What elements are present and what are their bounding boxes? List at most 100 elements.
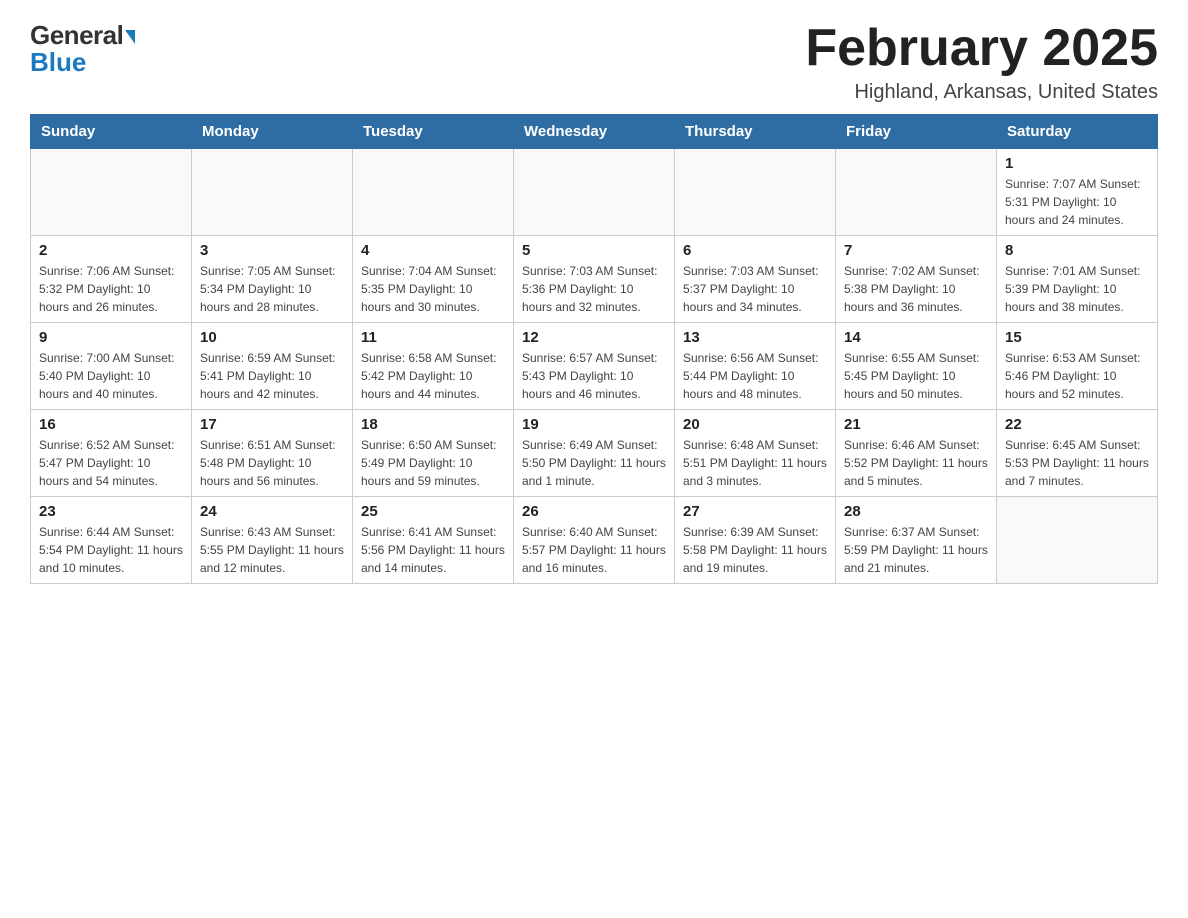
calendar-cell: 20 Sunrise: 6:48 AM Sunset: 5:51 PM Dayli… — [675, 410, 836, 497]
calendar-cell: 10 Sunrise: 6:59 AM Sunset: 5:41 PM Dayli… — [192, 323, 353, 410]
day-number: 12 — [522, 329, 666, 346]
logo-arrow-icon — [125, 30, 135, 44]
day-number: 4 — [361, 242, 505, 259]
day-number: 23 — [39, 503, 183, 520]
calendar-cell — [353, 149, 514, 236]
day-number: 24 — [200, 503, 344, 520]
logo: General Blue — [30, 20, 135, 78]
day-number: 14 — [844, 329, 988, 346]
calendar-cell: 8 Sunrise: 7:01 AM Sunset: 5:39 PM Daylig… — [997, 236, 1158, 323]
day-info: Sunrise: 7:03 AM Sunset: 5:36 PM Dayligh… — [522, 262, 666, 316]
calendar-cell: 13 Sunrise: 6:56 AM Sunset: 5:44 PM Dayli… — [675, 323, 836, 410]
day-info: Sunrise: 6:43 AM Sunset: 5:55 PM Dayligh… — [200, 523, 344, 577]
calendar-week-5: 23 Sunrise: 6:44 AM Sunset: 5:54 PM Dayli… — [31, 497, 1158, 584]
day-number: 25 — [361, 503, 505, 520]
day-number: 10 — [200, 329, 344, 346]
day-info: Sunrise: 7:03 AM Sunset: 5:37 PM Dayligh… — [683, 262, 827, 316]
calendar-cell: 3 Sunrise: 7:05 AM Sunset: 5:34 PM Daylig… — [192, 236, 353, 323]
day-info: Sunrise: 6:55 AM Sunset: 5:45 PM Dayligh… — [844, 349, 988, 403]
weekday-header-wednesday: Wednesday — [514, 115, 675, 149]
day-info: Sunrise: 6:51 AM Sunset: 5:48 PM Dayligh… — [200, 436, 344, 490]
day-info: Sunrise: 7:07 AM Sunset: 5:31 PM Dayligh… — [1005, 175, 1149, 229]
day-info: Sunrise: 7:02 AM Sunset: 5:38 PM Dayligh… — [844, 262, 988, 316]
calendar-cell: 25 Sunrise: 6:41 AM Sunset: 5:56 PM Dayli… — [353, 497, 514, 584]
logo-blue: Blue — [30, 47, 86, 78]
calendar-cell: 27 Sunrise: 6:39 AM Sunset: 5:58 PM Dayli… — [675, 497, 836, 584]
calendar-cell: 4 Sunrise: 7:04 AM Sunset: 5:35 PM Daylig… — [353, 236, 514, 323]
day-number: 17 — [200, 416, 344, 433]
location: Highland, Arkansas, United States — [805, 81, 1158, 104]
day-info: Sunrise: 6:37 AM Sunset: 5:59 PM Dayligh… — [844, 523, 988, 577]
calendar-cell: 24 Sunrise: 6:43 AM Sunset: 5:55 PM Dayli… — [192, 497, 353, 584]
day-number: 6 — [683, 242, 827, 259]
calendar-cell — [31, 149, 192, 236]
weekday-header-thursday: Thursday — [675, 115, 836, 149]
day-info: Sunrise: 6:44 AM Sunset: 5:54 PM Dayligh… — [39, 523, 183, 577]
day-number: 27 — [683, 503, 827, 520]
calendar-week-3: 9 Sunrise: 7:00 AM Sunset: 5:40 PM Daylig… — [31, 323, 1158, 410]
day-number: 13 — [683, 329, 827, 346]
calendar-cell: 28 Sunrise: 6:37 AM Sunset: 5:59 PM Dayli… — [836, 497, 997, 584]
calendar-cell — [514, 149, 675, 236]
calendar-week-1: 1Sunrise: 7:07 AM Sunset: 5:31 PM Daylig… — [31, 149, 1158, 236]
day-info: Sunrise: 6:56 AM Sunset: 5:44 PM Dayligh… — [683, 349, 827, 403]
day-number: 22 — [1005, 416, 1149, 433]
day-info: Sunrise: 7:05 AM Sunset: 5:34 PM Dayligh… — [200, 262, 344, 316]
day-number: 16 — [39, 416, 183, 433]
day-info: Sunrise: 7:01 AM Sunset: 5:39 PM Dayligh… — [1005, 262, 1149, 316]
day-number: 11 — [361, 329, 505, 346]
day-info: Sunrise: 6:58 AM Sunset: 5:42 PM Dayligh… — [361, 349, 505, 403]
weekday-header-tuesday: Tuesday — [353, 115, 514, 149]
weekday-header-friday: Friday — [836, 115, 997, 149]
day-number: 8 — [1005, 242, 1149, 259]
day-number: 9 — [39, 329, 183, 346]
day-number: 21 — [844, 416, 988, 433]
day-number: 18 — [361, 416, 505, 433]
day-info: Sunrise: 6:59 AM Sunset: 5:41 PM Dayligh… — [200, 349, 344, 403]
month-title: February 2025 — [805, 20, 1158, 77]
day-info: Sunrise: 6:40 AM Sunset: 5:57 PM Dayligh… — [522, 523, 666, 577]
weekday-header-monday: Monday — [192, 115, 353, 149]
day-info: Sunrise: 6:52 AM Sunset: 5:47 PM Dayligh… — [39, 436, 183, 490]
day-number: 2 — [39, 242, 183, 259]
day-number: 26 — [522, 503, 666, 520]
day-info: Sunrise: 6:53 AM Sunset: 5:46 PM Dayligh… — [1005, 349, 1149, 403]
calendar-cell: 26 Sunrise: 6:40 AM Sunset: 5:57 PM Dayli… — [514, 497, 675, 584]
calendar-cell: 23 Sunrise: 6:44 AM Sunset: 5:54 PM Dayli… — [31, 497, 192, 584]
day-number: 20 — [683, 416, 827, 433]
day-number: 3 — [200, 242, 344, 259]
day-info: Sunrise: 6:41 AM Sunset: 5:56 PM Dayligh… — [361, 523, 505, 577]
calendar-cell — [997, 497, 1158, 584]
day-number: 5 — [522, 242, 666, 259]
day-number: 15 — [1005, 329, 1149, 346]
calendar-cell: 7 Sunrise: 7:02 AM Sunset: 5:38 PM Daylig… — [836, 236, 997, 323]
calendar-cell — [192, 149, 353, 236]
day-info: Sunrise: 6:45 AM Sunset: 5:53 PM Dayligh… — [1005, 436, 1149, 490]
weekday-header-saturday: Saturday — [997, 115, 1158, 149]
day-info: Sunrise: 6:48 AM Sunset: 5:51 PM Dayligh… — [683, 436, 827, 490]
weekday-header-row: SundayMondayTuesdayWednesdayThursdayFrid… — [31, 115, 1158, 149]
calendar-cell: 17 Sunrise: 6:51 AM Sunset: 5:48 PM Dayli… — [192, 410, 353, 497]
calendar-cell: 19Sunrise: 6:49 AM Sunset: 5:50 PM Dayli… — [514, 410, 675, 497]
day-info: Sunrise: 6:57 AM Sunset: 5:43 PM Dayligh… — [522, 349, 666, 403]
calendar-cell: 12 Sunrise: 6:57 AM Sunset: 5:43 PM Dayli… — [514, 323, 675, 410]
day-number: 7 — [844, 242, 988, 259]
day-info: Sunrise: 6:46 AM Sunset: 5:52 PM Dayligh… — [844, 436, 988, 490]
calendar-week-4: 16 Sunrise: 6:52 AM Sunset: 5:47 PM Dayli… — [31, 410, 1158, 497]
calendar-table: SundayMondayTuesdayWednesdayThursdayFrid… — [30, 114, 1158, 584]
day-number: 19 — [522, 416, 666, 433]
calendar-cell: 6 Sunrise: 7:03 AM Sunset: 5:37 PM Daylig… — [675, 236, 836, 323]
day-info: Sunrise: 6:39 AM Sunset: 5:58 PM Dayligh… — [683, 523, 827, 577]
calendar-cell: 22 Sunrise: 6:45 AM Sunset: 5:53 PM Dayli… — [997, 410, 1158, 497]
day-info: Sunrise: 7:00 AM Sunset: 5:40 PM Dayligh… — [39, 349, 183, 403]
day-number: 28 — [844, 503, 988, 520]
calendar-cell: 16 Sunrise: 6:52 AM Sunset: 5:47 PM Dayli… — [31, 410, 192, 497]
calendar-cell: 14 Sunrise: 6:55 AM Sunset: 5:45 PM Dayli… — [836, 323, 997, 410]
day-info: Sunrise: 7:06 AM Sunset: 5:32 PM Dayligh… — [39, 262, 183, 316]
title-section: February 2025 Highland, Arkansas, United… — [805, 20, 1158, 104]
calendar-cell: 11 Sunrise: 6:58 AM Sunset: 5:42 PM Dayli… — [353, 323, 514, 410]
calendar-cell: 5 Sunrise: 7:03 AM Sunset: 5:36 PM Daylig… — [514, 236, 675, 323]
calendar-cell: 2 Sunrise: 7:06 AM Sunset: 5:32 PM Daylig… — [31, 236, 192, 323]
calendar-cell: 18Sunrise: 6:50 AM Sunset: 5:49 PM Dayli… — [353, 410, 514, 497]
day-info: Sunrise: 7:04 AM Sunset: 5:35 PM Dayligh… — [361, 262, 505, 316]
